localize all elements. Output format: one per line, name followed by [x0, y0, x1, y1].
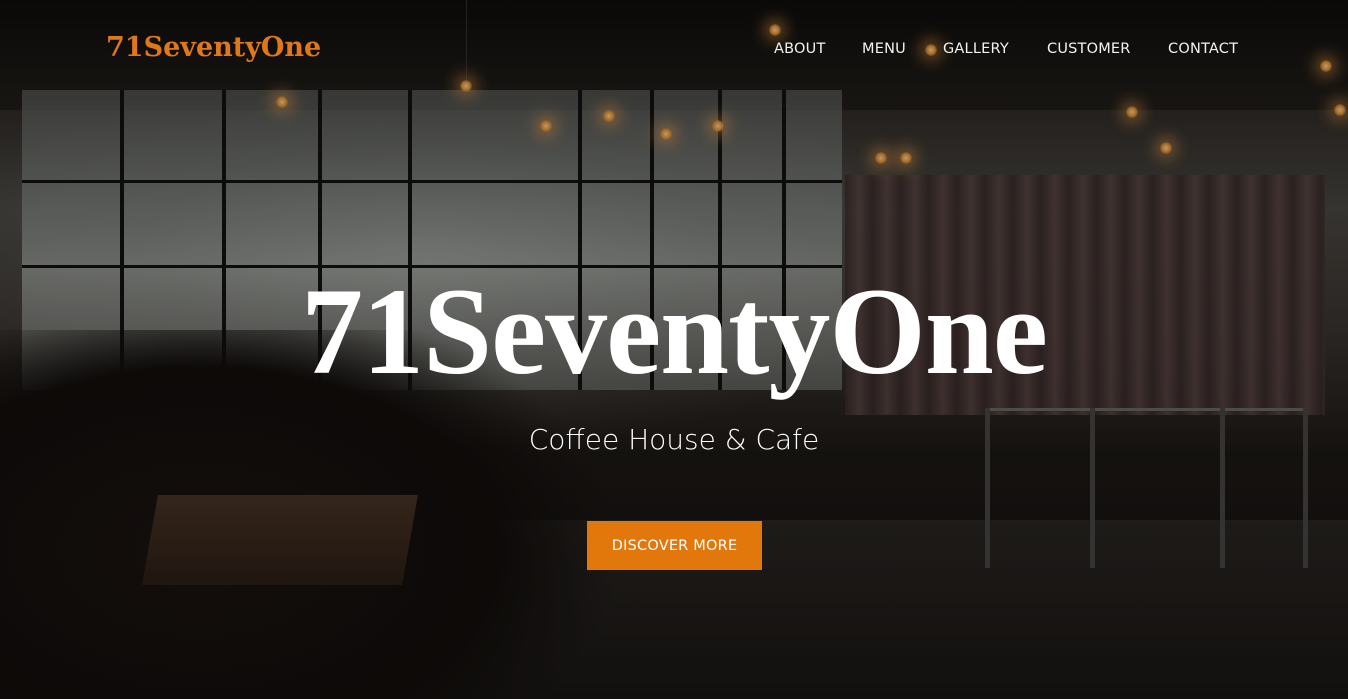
- hero-subtitle: Coffee House & Cafe: [528, 423, 820, 456]
- nav-link-menu[interactable]: MENU: [862, 40, 906, 58]
- nav-link-contact[interactable]: CONTACT: [1168, 40, 1238, 58]
- nav-link-customer[interactable]: CUSTOMER: [1047, 40, 1131, 58]
- main-navigation: ABOUT MENU GALLERY CUSTOMER CONTACT: [0, 40, 1348, 58]
- nav-link-about[interactable]: ABOUT: [774, 40, 826, 58]
- hero-section: 71SeventyOne ABOUT MENU GALLERY CUSTOMER…: [0, 0, 1348, 699]
- hero-title: 71SeventyOne: [301, 263, 1048, 400]
- nav-link-gallery[interactable]: GALLERY: [943, 40, 1009, 58]
- discover-more-button[interactable]: DISCOVER MORE: [587, 521, 762, 570]
